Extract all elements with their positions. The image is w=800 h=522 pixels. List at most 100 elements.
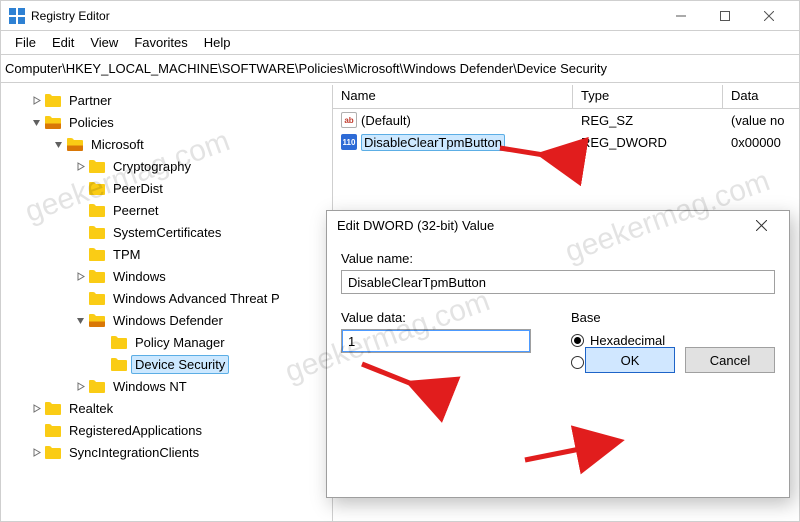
tree-item[interactable]: SyncIntegrationClients [1, 441, 332, 463]
chevron-right-icon[interactable] [29, 93, 43, 107]
radio-hex-label: Hexadecimal [590, 333, 665, 348]
tree-item[interactable]: TPM [1, 243, 332, 265]
menu-file[interactable]: File [7, 33, 44, 52]
tree-item-label: Windows Defender [109, 311, 227, 330]
titlebar: Registry Editor [1, 1, 799, 31]
tree-item[interactable]: Windows [1, 265, 332, 287]
dialog-titlebar: Edit DWORD (32-bit) Value [327, 211, 789, 241]
close-button[interactable] [747, 1, 791, 31]
maximize-button[interactable] [703, 1, 747, 31]
tree-item[interactable]: Device Security [1, 353, 332, 375]
tree-item-label: PeerDist [109, 179, 167, 198]
chevron-right-icon[interactable] [73, 159, 87, 173]
tree-item-label: TPM [109, 245, 144, 264]
folder-icon [45, 446, 61, 459]
tree-item[interactable]: Windows NT [1, 375, 332, 397]
folder-icon [89, 270, 105, 283]
tree-item-label: Windows NT [109, 377, 191, 396]
folder-icon [45, 94, 61, 107]
menu-view[interactable]: View [82, 33, 126, 52]
chevron-down-icon[interactable] [29, 115, 43, 129]
tree-item[interactable]: PeerDist [1, 177, 332, 199]
close-icon [764, 11, 774, 21]
tree-item[interactable]: RegisteredApplications [1, 419, 332, 441]
registry-tree[interactable]: Partner Policies MicrosoftCryptography Peer… [1, 85, 333, 521]
tree-item[interactable]: Realtek [1, 397, 332, 419]
reg-sz-icon: ab [341, 112, 357, 128]
radio-dot-icon [571, 356, 584, 369]
address-bar[interactable]: Computer\HKEY_LOCAL_MACHINE\SOFTWARE\Pol… [1, 55, 799, 83]
dialog-title: Edit DWORD (32-bit) Value [337, 218, 494, 233]
ok-button[interactable]: OK [585, 347, 675, 373]
value-data: (value no [723, 112, 799, 129]
tree-item-label: Device Security [131, 355, 229, 374]
chevron-down-icon[interactable] [51, 137, 65, 151]
tree-item-label: Peernet [109, 201, 163, 220]
folder-icon [89, 226, 105, 239]
spacer-icon [73, 181, 87, 195]
spacer-icon [95, 335, 109, 349]
folder-icon [67, 138, 83, 151]
col-type[interactable]: Type [573, 85, 723, 108]
folder-icon [45, 402, 61, 415]
menu-help[interactable]: Help [196, 33, 239, 52]
menu-favorites[interactable]: Favorites [126, 33, 195, 52]
minimize-button[interactable] [659, 1, 703, 31]
tree-item-label: Windows Advanced Threat P [109, 289, 284, 308]
tree-item-label: SyncIntegrationClients [65, 443, 203, 462]
folder-icon [45, 424, 61, 437]
value-name: (Default) [361, 113, 411, 128]
tree-item[interactable]: SystemCertificates [1, 221, 332, 243]
base-label: Base [571, 310, 775, 325]
chevron-down-icon[interactable] [73, 313, 87, 327]
chevron-right-icon[interactable] [73, 269, 87, 283]
tree-item[interactable]: Partner [1, 89, 332, 111]
tree-item-label: Policy Manager [131, 333, 229, 352]
chevron-right-icon[interactable] [29, 401, 43, 415]
tree-item-label: Microsoft [87, 135, 148, 154]
tree-item-label: Policies [65, 113, 118, 132]
edit-dword-dialog: Edit DWORD (32-bit) Value Value name: Va… [326, 210, 790, 498]
folder-icon [111, 358, 127, 371]
col-name[interactable]: Name [333, 85, 573, 108]
tree-item[interactable]: Policy Manager [1, 331, 332, 353]
spacer-icon [29, 423, 43, 437]
list-header: Name Type Data [333, 85, 799, 109]
tree-item[interactable]: Windows Advanced Threat P [1, 287, 332, 309]
value-data: 0x00000 [723, 134, 799, 151]
radio-dot-icon [571, 334, 584, 347]
folder-icon [89, 160, 105, 173]
chevron-right-icon[interactable] [73, 379, 87, 393]
tree-item-label: RegisteredApplications [65, 421, 206, 440]
maximize-icon [720, 11, 730, 21]
list-row[interactable]: ab(Default)REG_SZ(value no [333, 109, 799, 131]
value-data-input[interactable] [341, 329, 531, 353]
spacer-icon [73, 291, 87, 305]
spacer-icon [73, 203, 87, 217]
cancel-button[interactable]: Cancel [685, 347, 775, 373]
tree-item[interactable]: Peernet [1, 199, 332, 221]
spacer-icon [95, 357, 109, 371]
close-icon [756, 220, 767, 231]
minimize-icon [676, 11, 686, 21]
folder-icon [89, 292, 105, 305]
value-name-input[interactable] [341, 270, 775, 294]
folder-icon [89, 314, 105, 327]
folder-icon [45, 116, 61, 129]
reg-dword-icon: 110 [341, 134, 357, 150]
tree-item[interactable]: Windows Defender [1, 309, 332, 331]
list-row[interactable]: 110DisableClearTpmButtonREG_DWORD0x00000 [333, 131, 799, 153]
tree-item[interactable]: Policies [1, 111, 332, 133]
tree-item[interactable]: Microsoft [1, 133, 332, 155]
menu-edit[interactable]: Edit [44, 33, 82, 52]
tree-item-label: Realtek [65, 399, 117, 418]
dialog-close-button[interactable] [743, 212, 779, 240]
chevron-right-icon[interactable] [29, 445, 43, 459]
tree-item-label: SystemCertificates [109, 223, 225, 242]
regedit-icon [9, 8, 25, 24]
col-data[interactable]: Data [723, 85, 799, 108]
folder-icon [89, 182, 105, 195]
folder-icon [89, 380, 105, 393]
tree-item[interactable]: Cryptography [1, 155, 332, 177]
value-type: REG_DWORD [573, 134, 723, 151]
